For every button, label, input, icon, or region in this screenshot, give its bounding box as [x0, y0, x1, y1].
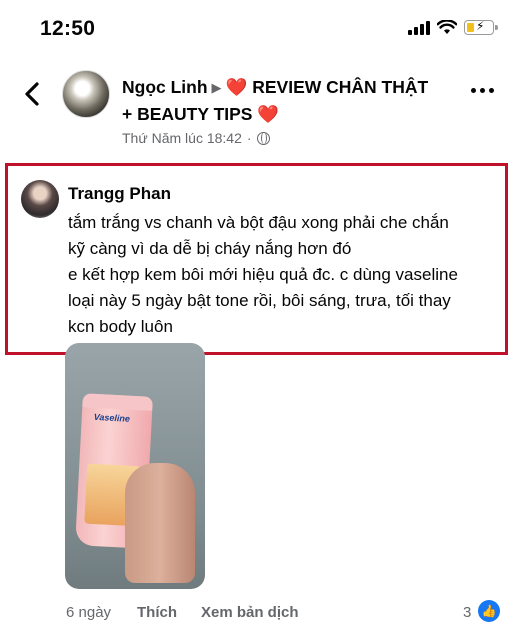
see-translation-button[interactable]: Xem bản dịch: [201, 604, 299, 621]
arrow-right-icon: ▶: [211, 80, 222, 95]
author-name[interactable]: Ngọc Linh: [122, 77, 208, 97]
reaction-count[interactable]: 3: [463, 604, 471, 621]
comment-text: tắm trắng vs chanh và bột đậu xong phải …: [68, 210, 508, 340]
post-header: Ngọc Linh ▶ ❤️ REVIEW CHÂN THẬT + BEAUTY T…: [0, 62, 514, 154]
status-time: 12:50: [40, 17, 96, 40]
wifi-icon: [437, 20, 457, 34]
back-button[interactable]: [20, 80, 44, 108]
status-bar: 12:50 ⚡: [0, 0, 514, 60]
comment-photo[interactable]: Vaseline: [65, 343, 205, 589]
comment-time: 6 ngày: [66, 604, 112, 621]
separator-dot: ·: [246, 130, 252, 146]
cellular-signal-icon: [408, 20, 430, 35]
product-brand: Vaseline: [93, 411, 131, 424]
post-timestamp[interactable]: Thứ Năm lúc 18:42: [122, 130, 242, 146]
comment-line: tắm trắng vs chanh và bột đậu xong phải …: [68, 213, 449, 232]
comment-line: kcn body luôn: [68, 317, 173, 336]
author-avatar[interactable]: [62, 70, 110, 118]
like-icon[interactable]: 👍: [478, 600, 500, 622]
comment-line: loại này 5 ngày bật tone rồi, bôi sáng, …: [68, 291, 451, 310]
commenter-avatar[interactable]: [21, 180, 59, 218]
heart-icon: ❤️: [225, 77, 248, 97]
highlighted-comment: Trangg Phan tắm trắng vs chanh và bột đậ…: [5, 163, 508, 355]
globe-icon: [256, 131, 270, 145]
commenter-name[interactable]: Trangg Phan: [68, 184, 171, 204]
post-title: Ngọc Linh ▶ ❤️ REVIEW CHÂN THẬT + BEAUTY T…: [122, 74, 442, 128]
heart-icon: ❤️: [257, 104, 280, 124]
comment-line: e kết hợp kem bôi mới hiệu quả đc. c dùn…: [68, 265, 458, 284]
status-icons: ⚡: [408, 19, 498, 35]
battery-icon: ⚡: [464, 19, 498, 35]
comment-actions: 6 ngày Thích Xem bản dịch 3 👍: [0, 600, 514, 630]
hand-image: [125, 463, 195, 583]
like-button[interactable]: Thích: [137, 604, 177, 621]
post-meta: Thứ Năm lúc 18:42 ·: [122, 130, 270, 146]
comment-line: kỹ càng vì da dễ bị cháy nắng hơn đó: [68, 239, 352, 258]
more-options-button[interactable]: [471, 88, 494, 93]
